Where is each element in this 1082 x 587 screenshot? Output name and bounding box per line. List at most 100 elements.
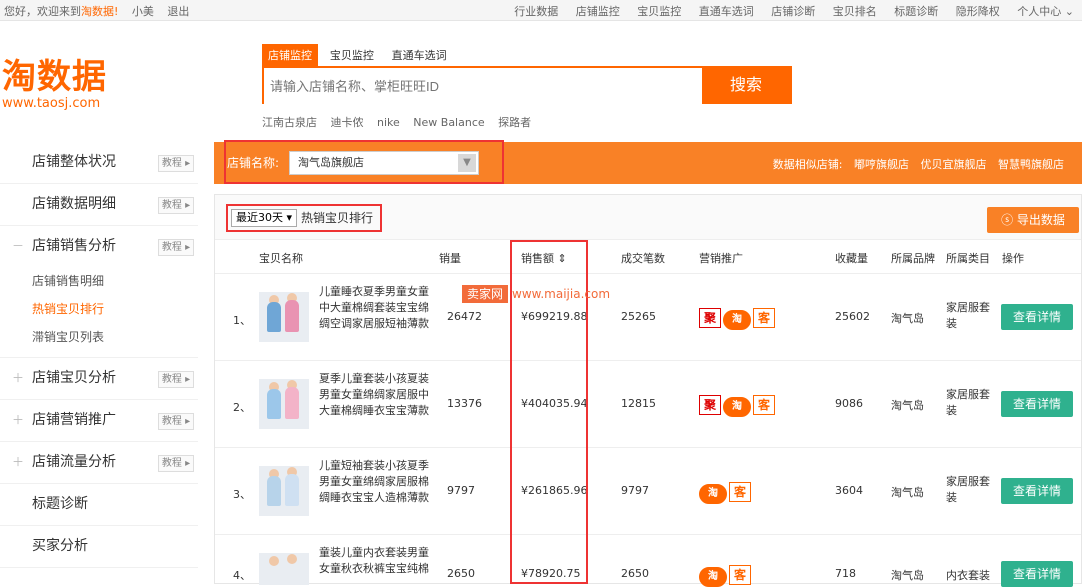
sidebar-item-buyer-analysis[interactable]: 买家分析 [0, 526, 198, 568]
view-detail-button[interactable]: 查看详情 [1001, 561, 1073, 587]
product-title[interactable]: 夏季儿童套装小孩夏装男童女童绵绸家居服中大童棉绸睡衣宝宝薄款 [319, 371, 431, 419]
sidebar-item-label: 店铺宝贝分析 [32, 370, 116, 386]
logout-link[interactable]: 退出 [167, 5, 189, 18]
tutorial-button[interactable]: 教程 ▸ [158, 413, 194, 430]
ke-icon: 客 [753, 308, 775, 328]
collapse-icon[interactable]: － [12, 226, 24, 267]
hot-search-link[interactable]: 迪卡侬 [331, 116, 364, 129]
view-detail-button[interactable]: 查看详情 [1001, 391, 1073, 417]
tab-item-monitor[interactable]: 宝贝监控 [324, 44, 380, 66]
tab-keyword[interactable]: 直通车选词 [386, 44, 453, 66]
nav-item-monitor[interactable]: 宝贝监控 [637, 5, 681, 18]
tutorial-button[interactable]: 教程 ▸ [158, 455, 194, 472]
table-row: 4、 童装儿童内衣套装男童女童秋衣秋裤宝宝纯棉 2650 ¥78920.75 2… [215, 535, 1081, 587]
sidebar: 店铺整体状况 教程 ▸ 店铺数据明细 教程 ▸ － 店铺销售分析 教程 ▸ 店铺… [0, 142, 198, 568]
hot-search-link[interactable]: nike [377, 116, 400, 129]
export-button[interactable]: ⓢ 导出数据 [987, 207, 1079, 233]
sidebar-item-item-analysis[interactable]: ＋ 店铺宝贝分析 教程 ▸ [0, 358, 198, 400]
table-row: 1、 儿童睡衣夏季男童女童中大童棉绸套装宝宝绵绸空调家居服短袖薄款 26472 … [215, 274, 1081, 361]
search-button[interactable]: 搜索 [702, 68, 790, 102]
expand-icon[interactable]: ＋ [12, 358, 24, 399]
tao-icon: 淘 [723, 310, 751, 330]
tab-shop-monitor[interactable]: 店铺监控 [262, 44, 318, 66]
similar-shops-label: 数据相似店铺: [772, 158, 843, 171]
promo-icons: 聚淘客 [699, 395, 777, 417]
view-detail-button[interactable]: 查看详情 [1001, 304, 1073, 330]
search-box: 搜索 [262, 66, 792, 104]
sidebar-item-label: 买家分析 [32, 538, 88, 554]
col-favorites: 收藏量 [835, 252, 868, 265]
similar-shop-link[interactable]: 嘟哼旗舰店 [854, 158, 909, 171]
category-value: 家居服套装 [946, 301, 990, 330]
expand-icon[interactable]: ＋ [12, 442, 24, 483]
product-image[interactable] [259, 379, 309, 429]
ju-icon: 聚 [699, 395, 721, 415]
nav-item-rank[interactable]: 宝贝排名 [833, 5, 877, 18]
brand-link[interactable]: 淘数据! [81, 5, 118, 18]
product-image[interactable] [259, 292, 309, 342]
category-value: 家居服套装 [946, 475, 990, 504]
brand-value: 淘气岛 [891, 399, 924, 412]
product-title[interactable]: 儿童睡衣夏季男童女童中大童棉绸套装宝宝绵绸空调家居服短袖薄款 [319, 284, 431, 332]
top-bar: 您好，欢迎来到淘数据! 小美 退出 行业数据 店铺监控 宝贝监控 直通车选词 店… [0, 0, 1082, 21]
view-detail-button[interactable]: 查看详情 [1001, 478, 1073, 504]
highlight-box-period [226, 204, 382, 232]
tao-icon: 淘 [699, 484, 727, 504]
tutorial-button[interactable]: 教程 ▸ [158, 239, 194, 256]
ke-icon: 客 [729, 565, 751, 585]
sidebar-item-label: 标题诊断 [32, 496, 88, 512]
sales-value: 2650 [447, 567, 475, 580]
sidebar-item-title-diagnosis[interactable]: 标题诊断 [0, 484, 198, 526]
similar-shop-link[interactable]: 优贝宜旗舰店 [921, 158, 987, 171]
hot-search-link[interactable]: 探路者 [498, 116, 531, 129]
hot-items-panel: 最近30天 ▾ 热销宝贝排行 ⓢ 导出数据 宝贝名称 销量 销售额 ⇕ 成交笔数… [214, 194, 1082, 587]
promo-icons: 聚淘客 [699, 308, 777, 330]
product-title[interactable]: 儿童短袖套装小孩夏季男童女童绵绸家居服棉绸睡衣宝宝人造棉薄款 [319, 458, 431, 506]
favorites-value: 718 [835, 567, 856, 580]
sidebar-item-marketing[interactable]: ＋ 店铺营销推广 教程 ▸ [0, 400, 198, 442]
rank: 4、 [233, 569, 251, 582]
search-input[interactable] [264, 68, 702, 104]
sidebar-item-traffic[interactable]: ＋ 店铺流量分析 教程 ▸ [0, 442, 198, 484]
rank: 2、 [233, 401, 251, 414]
sales-value: 26472 [447, 310, 482, 323]
tutorial-button[interactable]: 教程 ▸ [158, 155, 194, 172]
table-header: 宝贝名称 销量 销售额 ⇕ 成交笔数 营销推广 收藏量 所属品牌 所属类目 操作 [215, 239, 1081, 274]
nav-title-diagnosis[interactable]: 标题诊断 [894, 5, 938, 18]
col-promo: 营销推广 [699, 252, 743, 265]
nav-shop-diagnosis[interactable]: 店铺诊断 [771, 5, 815, 18]
sidebar-sub-sales-detail[interactable]: 店铺销售明细 [32, 267, 198, 295]
category-value: 家居服套装 [946, 388, 990, 417]
logo[interactable]: 淘数据 www.taosj.com [2, 60, 107, 111]
tutorial-button[interactable]: 教程 ▸ [158, 197, 194, 214]
hot-search-link[interactable]: 江南古泉店 [262, 116, 317, 129]
export-label: 导出数据 [1016, 213, 1065, 227]
user-link[interactable]: 小美 [132, 5, 154, 18]
orders-value: 25265 [621, 310, 656, 323]
similar-shop-link[interactable]: 智慧鸭旗舰店 [998, 158, 1064, 171]
nav-personal-center[interactable]: 个人中心 ⌄ [1017, 5, 1074, 18]
nav-industry[interactable]: 行业数据 [514, 5, 558, 18]
category-value: 内衣套装 [946, 569, 990, 582]
sidebar-submenu: 店铺销售明细 热销宝贝排行 滞销宝贝列表 [0, 267, 198, 358]
favorites-value: 25602 [835, 310, 870, 323]
tutorial-button[interactable]: 教程 ▸ [158, 371, 194, 388]
hot-search-link[interactable]: New Balance [413, 116, 484, 129]
nav-keyword[interactable]: 直通车选词 [699, 5, 754, 18]
sidebar-item-shop-overview[interactable]: 店铺整体状况 教程 ▸ [0, 142, 198, 184]
hot-searches: 江南古泉店 迪卡侬 nike New Balance 探路者 [262, 114, 792, 130]
expand-icon[interactable]: ＋ [12, 400, 24, 441]
sales-value: 9797 [447, 484, 475, 497]
ju-icon: 聚 [699, 308, 721, 328]
sidebar-item-shop-data[interactable]: 店铺数据明细 教程 ▸ [0, 184, 198, 226]
nav-shop-monitor[interactable]: 店铺监控 [576, 5, 620, 18]
col-action: 操作 [1002, 252, 1024, 265]
nav-hidden-penalty[interactable]: 隐形降权 [956, 5, 1000, 18]
product-image[interactable] [259, 466, 309, 516]
product-image[interactable] [259, 553, 309, 585]
product-title[interactable]: 童装儿童内衣套装男童女童秋衣秋裤宝宝纯棉 [319, 545, 431, 585]
greeting-text: 您好，欢迎来到淘数据! [4, 5, 119, 18]
sidebar-sub-hot-items[interactable]: 热销宝贝排行 [32, 295, 198, 323]
sidebar-item-sales-analysis[interactable]: － 店铺销售分析 教程 ▸ [0, 226, 198, 267]
sidebar-sub-slow-items[interactable]: 滞销宝贝列表 [32, 323, 198, 351]
